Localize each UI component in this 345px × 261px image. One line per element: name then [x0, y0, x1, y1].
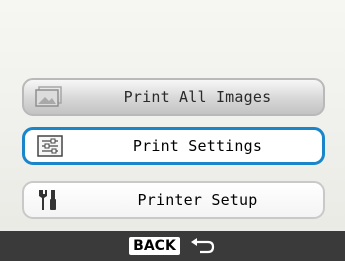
- menu-item-label: Print Settings: [132, 137, 263, 155]
- footer-bar: BACK: [0, 231, 345, 261]
- settings-list-icon: [35, 134, 65, 158]
- printer-setup-button[interactable]: Printer Setup: [22, 181, 325, 219]
- menu-item-label: Printer Setup: [137, 191, 258, 209]
- tools-icon: [34, 188, 64, 212]
- printer-menu-screen: Print All Images Print Settings Printer: [0, 0, 345, 261]
- print-settings-button[interactable]: Print Settings: [22, 127, 325, 165]
- print-all-images-button[interactable]: Print All Images: [22, 78, 325, 116]
- images-icon: [34, 85, 64, 109]
- menu-item-label: Print All Images: [123, 88, 272, 106]
- back-button[interactable]: BACK: [129, 237, 180, 255]
- return-arrow-icon: [190, 237, 216, 255]
